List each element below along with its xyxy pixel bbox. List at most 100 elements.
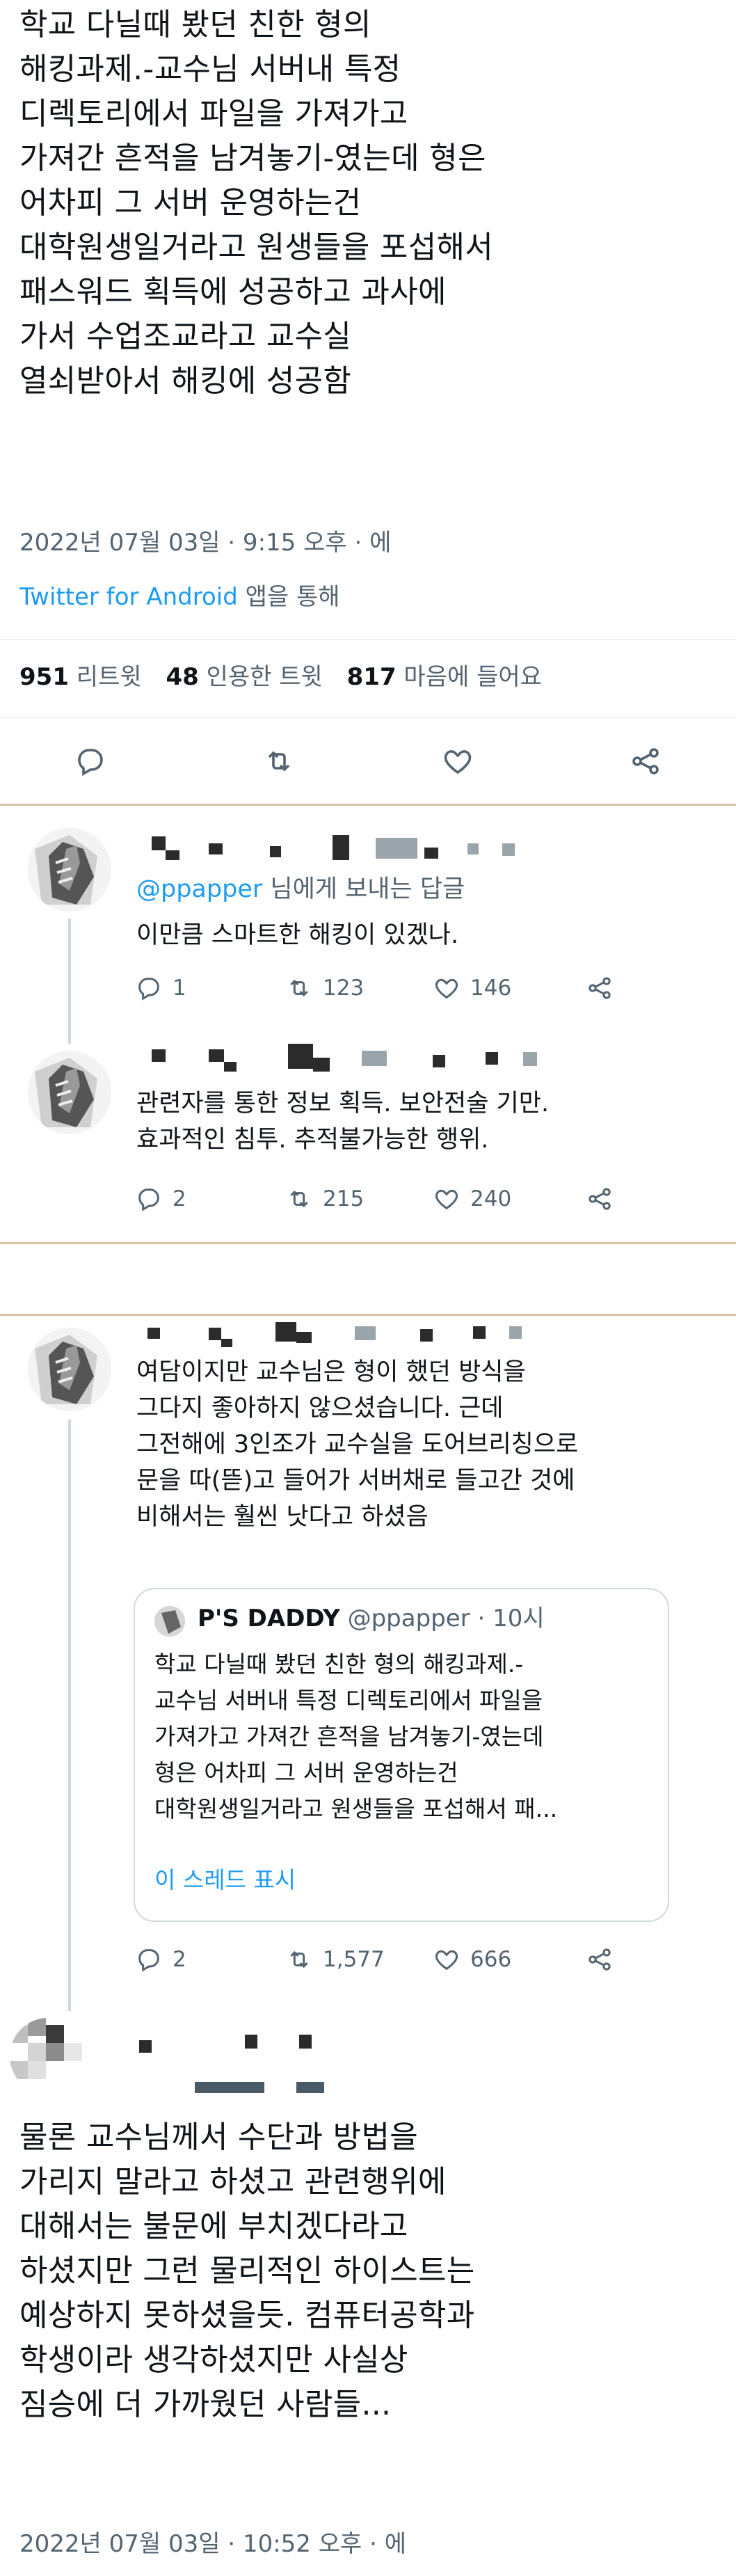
redacted-handle [424,848,438,859]
like-label[interactable]: 마음에 들어요 [403,663,542,691]
final-tweet-text: 물론 교수님께서 수단과 방법을 가리지 말라고 하셨고 관련행위에 대해서는 … [19,2115,722,2427]
source-link[interactable]: Twitter for Android [19,583,238,611]
redacted-handle [296,2082,324,2093]
reply-text: 여담이지만 교수님은 형이 했던 방식을 그다지 좋아하지 않으셨습니다. 근데… [136,1354,578,1535]
main-tweet-line: 해킹과제.-교수님 서버내 특정 [19,51,401,87]
redacted-name [270,846,281,857]
redacted-name [209,1049,224,1062]
redacted-name [313,1058,330,1072]
redacted-name [221,1339,232,1347]
share-button[interactable] [586,1185,614,1213]
redacted-name [209,843,223,854]
section-divider [0,1314,736,1316]
quoted-avatar [154,1606,185,1637]
main-tweet-line: 디렉토리에서 파일을 가져가고 [19,96,408,132]
retweet-icon[interactable] [262,745,296,778]
avatar[interactable] [10,2018,86,2094]
quote-count[interactable]: 48 [166,663,198,691]
share-button[interactable] [586,974,614,1002]
redacted-name [209,1328,221,1340]
retweet-count: 215 [323,1186,365,1211]
like-count[interactable]: 817 [347,663,397,691]
quoted-line: 교수님 서버내 특정 디렉토리에서 파일을 [154,1687,543,1714]
like-button[interactable]: 666 [433,1946,511,1973]
avatar[interactable] [28,828,111,912]
quoted-line: 형은 어차피 그 서버 운영하는건 [154,1759,458,1786]
redacted-name [288,1044,313,1069]
like-button[interactable]: 146 [433,974,511,1002]
main-tweet-line: 열쇠받아서 해킹에 성공함 [19,363,352,399]
redacted-name [152,1049,166,1062]
redacted-name [333,835,349,860]
reply-count: 2 [173,1186,186,1211]
avatar[interactable] [28,1328,111,1411]
retweet-button[interactable]: 215 [285,1185,364,1213]
reply-button[interactable]: 2 [135,1185,186,1213]
heart-icon[interactable] [441,745,474,778]
retweet-button[interactable]: 123 [285,974,364,1002]
divider [0,717,736,718]
redacted-handle [473,1326,486,1339]
reply-line: 그다지 좋아하지 않으셨습니다. 근데 [136,1394,504,1422]
quoted-time: · 10시 [477,1605,545,1632]
tweet-timestamp[interactable]: 2022년 07월 03일 · 9:15 오후 · 에 [19,527,391,558]
final-tweet-line: 대해서는 불문에 부치겠다라고 [19,2209,408,2244]
like-button[interactable]: 240 [433,1185,511,1213]
redacted-handle [509,1326,522,1339]
thread-line [68,1420,71,2011]
retweet-icon [290,1950,308,1969]
redacted-handle [362,1051,387,1066]
redacted-name [139,2040,152,2053]
like-count: 666 [470,1947,512,1972]
main-tweet-line: 패스워드 획득에 성공하고 과사에 [19,274,447,310]
show-thread-link[interactable]: 이 스레드 표시 [154,1862,296,1898]
quoted-text: 학교 다닐때 봤던 친한 형의 해킹과제.- 교수님 서버내 특정 디렉토리에서… [154,1646,557,1827]
reply-button[interactable]: 1 [135,974,186,1002]
quote-label[interactable]: 인용한 트윗 [207,663,323,691]
reply-line: 효과적인 침투. 추적불가능한 행위. [136,1126,489,1154]
reply-icon[interactable] [74,745,107,778]
reply-text: 이만큼 스마트한 해킹이 있겠나. [136,921,459,949]
heart-icon [435,1950,458,1971]
redacted-name [275,1322,296,1342]
redacted-name [299,2035,312,2049]
final-tweet-line: 가리지 말라고 하셨고 관련행위에 [19,2164,447,2200]
main-tweet-line: 대학원생일거라고 원생들을 포섭해서 [19,230,494,265]
retweet-icon [290,1190,308,1208]
section-divider [0,804,736,806]
redacted-handle [433,1055,445,1067]
redacted-name [152,836,166,850]
main-tweet-line: 어차피 그 서버 운영하는건 [19,185,362,221]
redacted-name [224,1062,237,1072]
final-tweet-line: 하셨지만 그런 물리적인 하이스트는 [19,2253,475,2289]
redacted-handle [355,1326,376,1340]
final-tweet-line: 예상하지 못하셨을듯. 컴퓨터공학과 [19,2298,475,2333]
reply-icon [138,1949,159,1972]
retweet-count[interactable]: 951 [19,663,69,691]
retweet-button[interactable]: 1,577 [285,1946,385,1973]
share-icon [589,1188,611,1210]
quoted-line: 가져가고 가져간 흔적을 남겨놓기-였는데 [154,1723,544,1750]
share-icon [589,977,611,999]
reply-icon [138,1188,159,1211]
retweet-label[interactable]: 리트윗 [77,663,142,691]
reply-to-line: @ppapper 님에게 보내는 답글 [136,871,465,907]
final-tweet-line: 짐승에 더 가까웠던 사람들... [19,2387,392,2422]
redacted-handle [420,1329,433,1342]
final-tweet-line: 물론 교수님께서 수단과 방법을 [19,2120,418,2155]
tweet-timestamp[interactable]: 2022년 07월 03일 · 10:52 오후 · 에 [19,2529,406,2559]
share-button[interactable] [586,1946,614,1973]
redacted-handle [467,843,479,854]
tweet-source: Twitter for Android 앱을 통해 [19,582,340,612]
redacted-name [147,1328,160,1339]
share-icon[interactable] [629,745,662,778]
quoted-tweet-card[interactable]: P'S DADDY @ppapper · 10시 학교 다닐때 봤던 친한 형의… [134,1588,669,1922]
reply-text: 관련자를 통한 정보 획득. 보안전술 기만. 효과적인 침투. 추적불가능한 … [136,1086,549,1158]
redacted-name [166,850,179,860]
reply-button[interactable]: 2 [135,1946,186,1973]
quoted-name[interactable]: P'S DADDY [198,1605,340,1632]
retweet-count: 123 [323,976,365,1001]
reply-to-handle[interactable]: @ppapper [136,875,262,903]
quoted-header: P'S DADDY @ppapper · 10시 [198,1602,545,1635]
avatar[interactable] [28,1051,111,1134]
